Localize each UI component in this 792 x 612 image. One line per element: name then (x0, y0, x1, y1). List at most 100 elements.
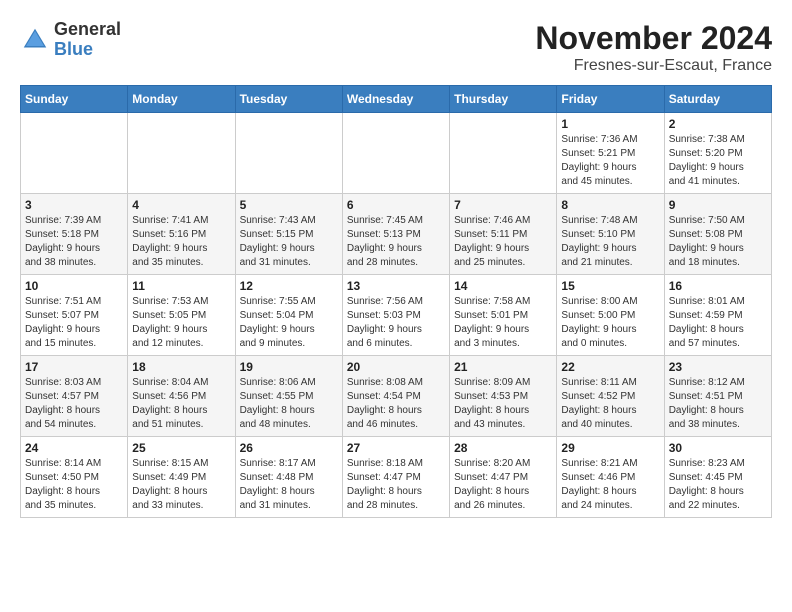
calendar-day-cell (342, 113, 449, 194)
calendar-day-cell (235, 113, 342, 194)
day-number: 16 (669, 279, 767, 293)
location-subtitle: Fresnes-sur-Escaut, France (535, 57, 772, 75)
day-number: 22 (561, 360, 659, 374)
header: General Blue November 2024 Fresnes-sur-E… (20, 20, 772, 75)
day-number: 20 (347, 360, 445, 374)
calendar-day-cell: 3 Sunrise: 7:39 AM Sunset: 5:18 PM Daylig… (21, 194, 128, 275)
day-info: Sunrise: 8:12 AM Sunset: 4:51 PM Dayligh… (669, 376, 767, 432)
calendar-week-row: 3 Sunrise: 7:39 AM Sunset: 5:18 PM Daylig… (21, 194, 772, 275)
day-info: Sunrise: 8:00 AM Sunset: 5:00 PM Dayligh… (561, 295, 659, 351)
day-info: Sunrise: 8:06 AM Sunset: 4:55 PM Dayligh… (240, 376, 338, 432)
day-number: 10 (25, 279, 123, 293)
day-header-saturday: Saturday (664, 86, 771, 113)
logo-blue-text: Blue (54, 40, 121, 60)
day-number: 8 (561, 198, 659, 212)
day-info: Sunrise: 8:08 AM Sunset: 4:54 PM Dayligh… (347, 376, 445, 432)
calendar-day-cell: 17Sunrise: 8:03 AM Sunset: 4:57 PM Dayli… (21, 356, 128, 437)
calendar-day-cell: 18Sunrise: 8:04 AM Sunset: 4:56 PM Dayli… (128, 356, 235, 437)
calendar-day-cell: 20 Sunrise: 8:08 AM Sunset: 4:54 PM Dayli… (342, 356, 449, 437)
calendar-week-row: 17Sunrise: 8:03 AM Sunset: 4:57 PM Dayli… (21, 356, 772, 437)
calendar-day-cell: 4 Sunrise: 7:41 AM Sunset: 5:16 PM Daylig… (128, 194, 235, 275)
day-number: 13 (347, 279, 445, 293)
day-info: Sunrise: 7:58 AM Sunset: 5:01 PM Dayligh… (454, 295, 552, 351)
month-year-title: November 2024 (535, 20, 772, 57)
logo-text: General Blue (54, 20, 121, 60)
day-info: Sunrise: 8:04 AM Sunset: 4:56 PM Dayligh… (132, 376, 230, 432)
day-info: Sunrise: 7:56 AM Sunset: 5:03 PM Dayligh… (347, 295, 445, 351)
day-info: Sunrise: 8:09 AM Sunset: 4:53 PM Dayligh… (454, 376, 552, 432)
calendar-table: SundayMondayTuesdayWednesdayThursdayFrid… (20, 85, 772, 518)
day-info: Sunrise: 8:15 AM Sunset: 4:49 PM Dayligh… (132, 457, 230, 513)
calendar-day-cell: 13 Sunrise: 7:56 AM Sunset: 5:03 PM Dayli… (342, 275, 449, 356)
calendar-week-row: 1Sunrise: 7:36 AM Sunset: 5:21 PM Daylig… (21, 113, 772, 194)
day-header-tuesday: Tuesday (235, 86, 342, 113)
day-number: 14 (454, 279, 552, 293)
calendar-day-cell: 6 Sunrise: 7:45 AM Sunset: 5:13 PM Daylig… (342, 194, 449, 275)
calendar-day-cell: 2 Sunrise: 7:38 AM Sunset: 5:20 PM Daylig… (664, 113, 771, 194)
day-info: Sunrise: 7:39 AM Sunset: 5:18 PM Dayligh… (25, 214, 123, 270)
day-number: 2 (669, 117, 767, 131)
day-info: Sunrise: 7:48 AM Sunset: 5:10 PM Dayligh… (561, 214, 659, 270)
day-info: Sunrise: 7:38 AM Sunset: 5:20 PM Dayligh… (669, 133, 767, 189)
calendar-day-cell: 7 Sunrise: 7:46 AM Sunset: 5:11 PM Daylig… (450, 194, 557, 275)
day-info: Sunrise: 7:46 AM Sunset: 5:11 PM Dayligh… (454, 214, 552, 270)
calendar-day-cell: 30 Sunrise: 8:23 AM Sunset: 4:45 PM Dayli… (664, 437, 771, 518)
day-number: 25 (132, 441, 230, 455)
day-info: Sunrise: 7:53 AM Sunset: 5:05 PM Dayligh… (132, 295, 230, 351)
day-number: 5 (240, 198, 338, 212)
day-info: Sunrise: 7:45 AM Sunset: 5:13 PM Dayligh… (347, 214, 445, 270)
day-info: Sunrise: 8:23 AM Sunset: 4:45 PM Dayligh… (669, 457, 767, 513)
calendar-day-cell: 12Sunrise: 7:55 AM Sunset: 5:04 PM Dayli… (235, 275, 342, 356)
day-number: 23 (669, 360, 767, 374)
calendar-day-cell: 16 Sunrise: 8:01 AM Sunset: 4:59 PM Dayli… (664, 275, 771, 356)
day-info: Sunrise: 7:36 AM Sunset: 5:21 PM Dayligh… (561, 133, 659, 189)
day-header-wednesday: Wednesday (342, 86, 449, 113)
day-info: Sunrise: 8:21 AM Sunset: 4:46 PM Dayligh… (561, 457, 659, 513)
calendar-day-cell (21, 113, 128, 194)
day-header-friday: Friday (557, 86, 664, 113)
day-info: Sunrise: 8:11 AM Sunset: 4:52 PM Dayligh… (561, 376, 659, 432)
calendar-day-cell: 8 Sunrise: 7:48 AM Sunset: 5:10 PM Daylig… (557, 194, 664, 275)
calendar-day-cell: 14 Sunrise: 7:58 AM Sunset: 5:01 PM Dayli… (450, 275, 557, 356)
day-number: 9 (669, 198, 767, 212)
day-number: 3 (25, 198, 123, 212)
title-section: November 2024 Fresnes-sur-Escaut, France (535, 20, 772, 75)
calendar-day-cell (450, 113, 557, 194)
day-number: 21 (454, 360, 552, 374)
day-number: 24 (25, 441, 123, 455)
calendar-body: 1Sunrise: 7:36 AM Sunset: 5:21 PM Daylig… (21, 113, 772, 518)
calendar-day-cell: 11 Sunrise: 7:53 AM Sunset: 5:05 PM Dayli… (128, 275, 235, 356)
day-header-thursday: Thursday (450, 86, 557, 113)
day-number: 4 (132, 198, 230, 212)
day-info: Sunrise: 8:17 AM Sunset: 4:48 PM Dayligh… (240, 457, 338, 513)
calendar-day-cell: 28Sunrise: 8:20 AM Sunset: 4:47 PM Dayli… (450, 437, 557, 518)
calendar-day-cell: 22 Sunrise: 8:11 AM Sunset: 4:52 PM Dayli… (557, 356, 664, 437)
calendar-day-cell: 24Sunrise: 8:14 AM Sunset: 4:50 PM Dayli… (21, 437, 128, 518)
calendar-day-cell: 21 Sunrise: 8:09 AM Sunset: 4:53 PM Dayli… (450, 356, 557, 437)
calendar-day-cell: 23 Sunrise: 8:12 AM Sunset: 4:51 PM Dayli… (664, 356, 771, 437)
calendar-day-cell (128, 113, 235, 194)
day-number: 29 (561, 441, 659, 455)
day-info: Sunrise: 7:43 AM Sunset: 5:15 PM Dayligh… (240, 214, 338, 270)
day-number: 27 (347, 441, 445, 455)
day-number: 11 (132, 279, 230, 293)
calendar-day-cell: 9Sunrise: 7:50 AM Sunset: 5:08 PM Daylig… (664, 194, 771, 275)
calendar-day-cell: 1Sunrise: 7:36 AM Sunset: 5:21 PM Daylig… (557, 113, 664, 194)
day-info: Sunrise: 8:20 AM Sunset: 4:47 PM Dayligh… (454, 457, 552, 513)
logo-icon (20, 25, 50, 55)
day-number: 19 (240, 360, 338, 374)
calendar-day-cell: 27Sunrise: 8:18 AM Sunset: 4:47 PM Dayli… (342, 437, 449, 518)
day-number: 15 (561, 279, 659, 293)
day-info: Sunrise: 8:03 AM Sunset: 4:57 PM Dayligh… (25, 376, 123, 432)
calendar-week-row: 24Sunrise: 8:14 AM Sunset: 4:50 PM Dayli… (21, 437, 772, 518)
day-number: 7 (454, 198, 552, 212)
day-number: 30 (669, 441, 767, 455)
calendar-day-cell: 15 Sunrise: 8:00 AM Sunset: 5:00 PM Dayli… (557, 275, 664, 356)
calendar-day-cell: 29 Sunrise: 8:21 AM Sunset: 4:46 PM Dayli… (557, 437, 664, 518)
day-info: Sunrise: 7:41 AM Sunset: 5:16 PM Dayligh… (132, 214, 230, 270)
day-number: 6 (347, 198, 445, 212)
calendar-day-cell: 26Sunrise: 8:17 AM Sunset: 4:48 PM Dayli… (235, 437, 342, 518)
day-info: Sunrise: 8:01 AM Sunset: 4:59 PM Dayligh… (669, 295, 767, 351)
logo-general-text: General (54, 20, 121, 40)
calendar-day-cell: 25 Sunrise: 8:15 AM Sunset: 4:49 PM Dayli… (128, 437, 235, 518)
